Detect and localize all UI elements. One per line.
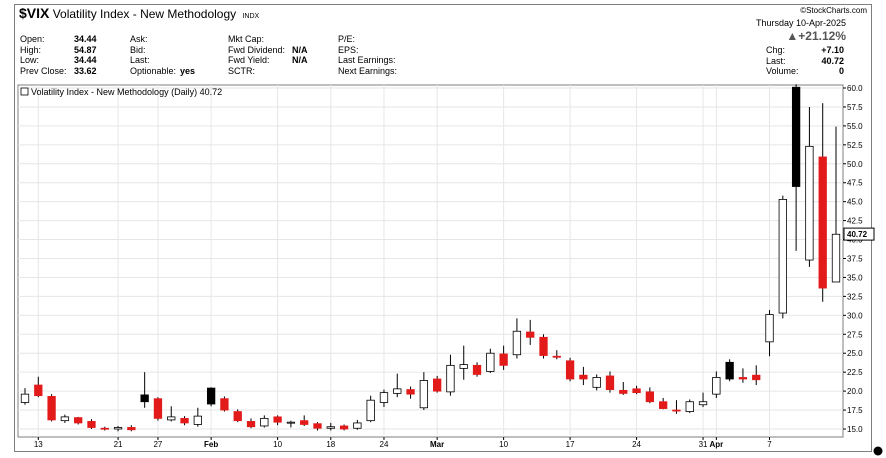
x-tick-label: 24 — [632, 440, 641, 449]
y-tick-label: 35.0 — [847, 273, 863, 282]
candle-body — [153, 398, 163, 419]
candle-body — [805, 145, 814, 261]
y-tick-label: 30.0 — [847, 311, 863, 320]
candle-body — [326, 426, 335, 429]
candle-body — [659, 401, 668, 409]
candle-body — [645, 391, 655, 403]
candlestick-chart: 15.0 17.5 20.0 22.5 25.0 27.5 30.0 32.5 35.0 37.5… — [17, 84, 883, 456]
x-tick-label: Mar — [430, 440, 444, 449]
candle-body — [765, 314, 774, 343]
candle-body — [539, 336, 548, 356]
candle-body — [486, 352, 495, 372]
y-tick-label: 32.5 — [847, 292, 863, 301]
candle-body — [286, 421, 296, 424]
candle-body — [313, 423, 322, 429]
candle-body — [672, 409, 681, 412]
corner-dot — [873, 446, 883, 456]
candle-body — [366, 399, 375, 422]
legend-candle-icon — [20, 87, 29, 96]
candle-body — [34, 384, 43, 397]
x-tick-label: Apr — [709, 440, 723, 449]
candle-body — [74, 417, 83, 424]
y-tick-label: 15.0 — [847, 425, 863, 434]
candle-body — [499, 353, 508, 366]
candle-body — [60, 416, 70, 422]
x-tick-label: 10 — [499, 440, 508, 449]
candle-body — [526, 331, 535, 338]
y-tick-label: 52.5 — [847, 141, 863, 150]
candle-body — [579, 374, 588, 380]
x-tick-label: 27 — [153, 440, 162, 449]
candle-body — [619, 389, 628, 394]
candle-body — [592, 377, 601, 388]
candle-body — [100, 427, 109, 430]
x-tick-label: 10 — [273, 440, 282, 449]
candle-body — [565, 360, 575, 380]
candle-body — [180, 417, 189, 424]
x-tick-label: Feb — [204, 440, 218, 449]
candle-body — [738, 377, 748, 380]
candle-body — [778, 198, 787, 314]
candle-body — [113, 427, 123, 430]
candle-body — [140, 394, 149, 403]
candle-body — [220, 398, 229, 411]
x-tick-label: 31 — [699, 440, 708, 449]
candle-body — [206, 387, 216, 405]
candle-body — [472, 364, 482, 375]
candle-body — [752, 374, 761, 381]
x-tick-label: 24 — [380, 440, 389, 449]
candle-body — [246, 421, 256, 428]
candle-body — [406, 389, 415, 395]
y-tick-label: 50.0 — [847, 160, 863, 169]
y-tick-label: 22.5 — [847, 368, 863, 377]
legend-text: Volatility Index - New Methodology (Dail… — [31, 87, 222, 97]
y-tick-label: 57.5 — [847, 103, 863, 112]
candle-body — [233, 411, 242, 422]
y-tick-label: 42.5 — [847, 217, 863, 226]
candle-body — [273, 416, 282, 423]
candle-body — [632, 388, 641, 394]
candle-body — [698, 401, 708, 406]
candle-body — [818, 156, 827, 289]
candle-body — [127, 427, 136, 431]
x-tick-label: 17 — [566, 440, 575, 449]
candle-body — [459, 364, 468, 369]
candle-body — [379, 392, 389, 403]
candle-body — [512, 330, 522, 356]
candle-body — [552, 355, 561, 358]
y-tick-label: 55.0 — [847, 122, 863, 131]
candle-body — [685, 401, 694, 412]
candle-body — [193, 415, 202, 425]
candle-body — [87, 421, 96, 428]
y-tick-label: 37.5 — [847, 255, 863, 264]
candle-body — [393, 388, 402, 394]
candle-body — [725, 361, 734, 380]
candle-body — [432, 378, 442, 392]
candle-body — [353, 422, 362, 429]
x-tick-label: 7 — [767, 440, 772, 449]
candle-body — [831, 233, 841, 283]
candle-body — [712, 377, 721, 395]
candle-body — [300, 420, 309, 425]
candle-body — [791, 86, 801, 187]
y-tick-label: 20.0 — [847, 387, 863, 396]
candle-body — [260, 417, 269, 427]
y-tick-label: 25.0 — [847, 349, 863, 358]
candle-body — [47, 396, 56, 421]
y-tick-label: 60.0 — [847, 84, 863, 93]
y-tick-label: 17.5 — [847, 406, 863, 415]
candle-body — [605, 375, 615, 390]
candle-body — [167, 416, 176, 421]
x-tick-label: 21 — [114, 440, 123, 449]
y-tick-label: 45.0 — [847, 198, 863, 207]
x-tick-label: 13 — [34, 440, 43, 449]
y-tick-label: 27.5 — [847, 330, 863, 339]
candle-body — [419, 380, 429, 409]
candle-body — [339, 425, 349, 430]
last-value-label: 40.72 — [847, 230, 868, 239]
candle-body — [446, 364, 455, 393]
candle-body — [20, 393, 30, 403]
x-tick-label: 18 — [326, 440, 335, 449]
y-tick-label: 47.5 — [847, 179, 863, 188]
